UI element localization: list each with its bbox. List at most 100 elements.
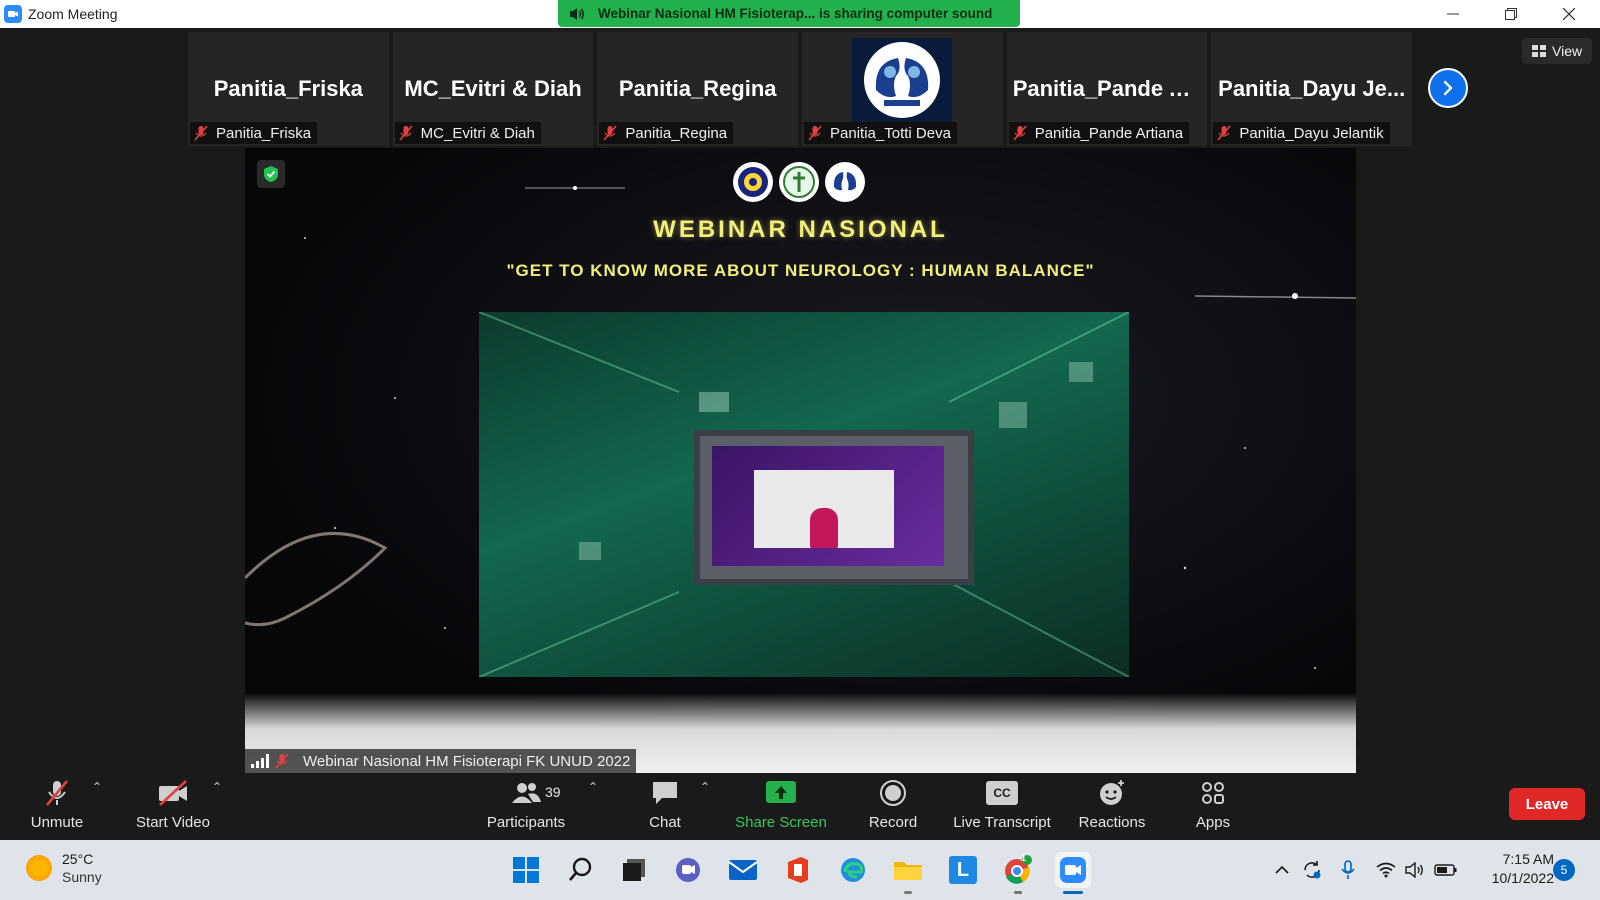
encryption-shield-icon[interactable] [257,160,285,188]
notification-badge[interactable]: 5 [1553,859,1575,881]
sharer-name-label: Webinar Nasional HM Fisioterapi FK UNUD … [303,752,631,770]
sunny-weather-icon [26,855,52,881]
participant-tile[interactable]: MC_Evitri & Diah MC_Evitri & Diah [392,32,594,146]
physiotherapy-association-logo [779,162,819,202]
wifi-tray-button[interactable] [1374,858,1398,882]
mic-muted-icon [1013,125,1027,141]
record-icon [880,780,906,806]
video-options-caret[interactable]: ⌃ [212,780,222,794]
mic-muted-icon [275,753,289,769]
microphone-muted-icon [46,780,68,806]
record-button[interactable]: Record [862,776,924,840]
audio-options-caret[interactable]: ⌃ [92,780,102,794]
minimize-button[interactable] [1424,0,1482,28]
weather-condition: Sunny [62,869,102,885]
signal-strength-icon [251,754,269,768]
next-page-button[interactable] [1428,68,1468,108]
active-window-indicator [1063,891,1083,894]
office-app[interactable] [780,852,816,888]
chrome-browser-app[interactable]: 1 [1000,852,1036,894]
wifi-icon [1376,862,1396,878]
participant-display-name: Panitia_Pande A... [1012,76,1203,101]
virtual-monitor [694,430,974,585]
reactions-button[interactable]: Reactions [1077,776,1147,840]
running-indicator [904,891,912,894]
weather-temperature: 25°C [62,851,94,867]
leave-button[interactable]: Leave [1509,788,1585,820]
mic-muted-icon [194,125,208,141]
file-explorer-app[interactable] [890,852,926,894]
volume-icon [1405,862,1423,878]
participant-name-tag: Panitia_Dayu Jelantik [1213,122,1390,144]
organization-logos [733,162,865,202]
task-view-button[interactable] [616,852,652,888]
show-hidden-icons-button[interactable] [1272,858,1292,882]
participant-tag-label: Panitia_Pande Artiana [1034,124,1184,142]
mic-muted-icon [808,125,822,141]
weather-widget[interactable]: 25°C Sunny [26,850,102,886]
clock-date: 10/1/2022 [1491,870,1554,886]
apps-button[interactable]: Apps [1193,776,1233,840]
participant-count: 39 [545,784,561,800]
participant-display-name: Panitia_Friska [213,76,363,101]
teams-chat-app[interactable] [670,852,706,888]
sync-tray-button[interactable] [1300,858,1324,882]
share-screen-icon [766,781,796,803]
view-button[interactable]: View [1522,38,1593,64]
mic-muted-icon [399,125,413,141]
taskbar-clock[interactable]: 7:15 AM 10/1/2022 [1472,850,1554,888]
zoom-app[interactable] [1055,852,1091,894]
close-button[interactable] [1540,0,1598,28]
share-screen-button[interactable]: Share Screen [733,776,829,840]
participant-tile[interactable]: Panitia_Totti Deva [802,32,1003,146]
chevron-up-icon [1275,865,1289,874]
chat-options-caret[interactable]: ⌃ [700,780,710,794]
closed-captions-icon: CC [986,781,1018,805]
participant-tile[interactable]: Panitia_Friska Panitia_Friska [188,32,389,146]
windows-logo-icon [513,857,539,883]
view-button-label: View [1552,43,1583,59]
chat-button[interactable]: Chat [640,776,690,840]
chrome-badge-count: 1 [1021,853,1027,863]
live-transcript-button[interactable]: CC Live Transcript [952,776,1052,840]
participant-tile[interactable]: Panitia_Regina Panitia_Regina [597,32,799,146]
zoom-app-icon [1060,857,1086,883]
participant-tile[interactable]: Panitia_Dayu Je... Panitia_Dayu Jelantik [1211,32,1413,146]
volume-tray-button[interactable] [1403,858,1427,882]
start-button[interactable] [508,852,544,888]
participant-name-tag: Panitia_Friska [190,122,318,144]
speaker-figure [810,508,838,548]
battery-tray-button[interactable] [1432,858,1460,882]
presentation-video [479,312,1129,677]
l-app[interactable]: L [945,852,981,888]
participant-tag-label: Panitia_Totti Deva [830,124,951,142]
start-video-button[interactable]: Start Video [132,776,214,840]
taskbar-search-button[interactable] [563,852,599,888]
sharing-sound-banner[interactable]: Webinar Nasional HM Fisioterap... is sha… [558,0,1020,27]
microphone-tray-button[interactable] [1336,858,1360,882]
chat-label: Chat [649,814,681,831]
shared-screen[interactable]: WEBINAR NASIONAL "GET TO KNOW MORE ABOUT… [245,148,1356,773]
teams-chat-icon [676,858,700,882]
participant-avatar [852,38,953,122]
unmute-label: Unmute [30,814,84,831]
sync-icon [1304,861,1321,879]
sharing-sound-text: Webinar Nasional HM Fisioterap... is sha… [598,6,993,21]
minimize-icon [1447,13,1459,15]
window-title: Zoom Meeting [28,6,118,22]
search-icon [569,857,592,881]
participant-tile[interactable]: Panitia_Pande A... Panitia_Pande Artiana [1006,32,1208,146]
webinar-head-logo [825,162,865,202]
l-app-icon: L [949,856,977,884]
grid-view-icon [1532,45,1546,57]
battery-charging-icon [1434,864,1457,876]
chevron-right-icon [1443,80,1453,96]
mail-app[interactable] [725,852,761,888]
edge-browser-app[interactable] [835,852,871,888]
participants-options-caret[interactable]: ⌃ [588,780,598,794]
participant-display-name: Panitia_Regina [618,76,777,101]
chrome-icon [1005,855,1032,884]
microphone-icon [1341,860,1355,879]
restore-button[interactable] [1482,0,1540,28]
unmute-button[interactable]: Unmute [24,776,90,840]
